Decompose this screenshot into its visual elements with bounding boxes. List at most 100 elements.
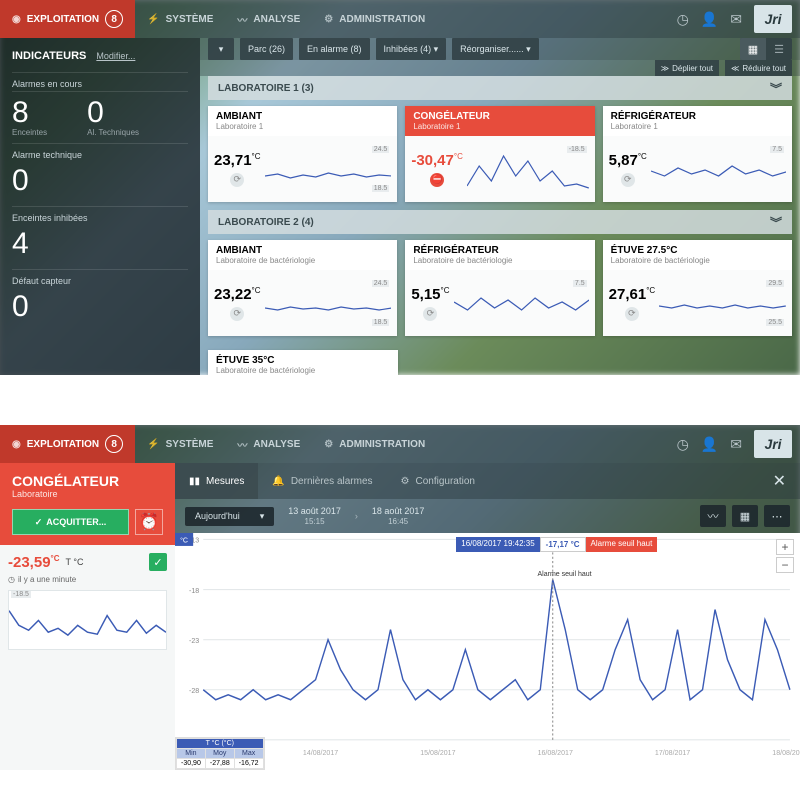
sparkline: 24.518.5 [265, 280, 392, 326]
view-grid[interactable]: ▦ [740, 38, 766, 60]
chevron-down-icon: ︾ [770, 214, 782, 231]
nav-exploitation[interactable]: ◉EXPLOITATION8 [0, 0, 135, 38]
bolt-icon: ⚡ [147, 14, 159, 25]
sensor-card[interactable]: ÉTUVE 35°CLaboratoire de bactériologie [208, 350, 398, 375]
svg-text:16/08/2017: 16/08/2017 [538, 748, 573, 757]
clock-small-icon: ◷ [8, 575, 15, 584]
chart-icon: 〰 [237, 12, 247, 27]
sensor-icon: ⟳ [230, 173, 244, 187]
date-from: 13 août 201715:15 [288, 506, 341, 526]
inhibees-value: 4 [12, 229, 188, 259]
chart-icon: 〰 [237, 437, 247, 452]
more-button[interactable]: ⋯ [764, 505, 790, 527]
card-value: 23,71°C [214, 152, 261, 169]
sensor-card[interactable]: RÉFRIGÉRATEURLaboratoire de bactériologi… [405, 240, 594, 336]
filter-bar: ▾ Parc (26) En alarme (8) Inhibées (4) ▾… [200, 38, 800, 60]
filter-icon-button[interactable]: ▾ [208, 38, 234, 60]
sparkline: 24.518.5 [265, 146, 392, 192]
eye-icon: ◉ [12, 14, 21, 25]
group-header[interactable]: LABORATOIRE 2 (4)︾ [208, 210, 792, 234]
sensor-card[interactable]: AMBIANTLaboratoire de bactériologie23,22… [208, 240, 397, 336]
svg-text:14/08/2017: 14/08/2017 [303, 748, 338, 757]
alarme-tech-value: 0 [12, 166, 188, 196]
logo: Jri [754, 5, 792, 33]
tab-config[interactable]: ⚙Configuration [387, 463, 489, 499]
bolt-icon: ⚡ [147, 439, 159, 450]
detail-sub: Laboratoire [12, 489, 163, 499]
indicators-sidebar: INDICATEURSModifier... Alarmes en cours … [0, 38, 200, 375]
clock-icon[interactable]: ◷ [677, 436, 689, 453]
zoom-out-button[interactable]: − [776, 557, 794, 573]
mail-icon[interactable]: ✉ [730, 11, 742, 28]
close-button[interactable]: ✕ [759, 463, 800, 499]
logo: Jri [754, 430, 792, 458]
table-mode-button[interactable]: ▦ [732, 505, 758, 527]
sensor-card[interactable]: CONGÉLATEURLaboratoire 1-30,47°C⛔-18.5 [405, 106, 594, 202]
modify-link[interactable]: Modifier... [96, 51, 135, 61]
defaut-value: 0 [12, 292, 188, 322]
alarm-clock-button[interactable]: ⏰ [135, 509, 163, 535]
mini-chart: -18.5 [8, 590, 167, 650]
user-icon[interactable]: 👤 [701, 436, 718, 453]
sensor-icon: ⟳ [625, 307, 639, 321]
sensor-card[interactable]: ÉTUVE 27.5°CLaboratoire de bactériologie… [603, 240, 792, 336]
alarm-count-badge: 8 [105, 10, 123, 28]
detail-title: CONGÉLATEUR [12, 473, 163, 489]
date-to: 18 août 201716:45 [372, 506, 425, 526]
collapse-all-button[interactable]: ≪Réduire tout [725, 60, 792, 76]
nav-analyse[interactable]: 〰ANALYSE [225, 0, 312, 38]
status-ok-badge: ✓ [149, 553, 167, 571]
card-value: 5,15°C [411, 286, 449, 303]
tab-mesures[interactable]: ▮▮Mesures [175, 463, 258, 499]
alarm-icon: ⏰ [139, 512, 159, 532]
top-nav-2: ◉EXPLOITATION8 ⚡SYSTÈME 〰ANALYSE ⚙ADMINI… [0, 425, 800, 463]
main-chart[interactable]: 16/08/2017 19:42:35 -17,17 °C Alarme seu… [175, 533, 800, 770]
nav-systeme-2[interactable]: ⚡SYSTÈME [135, 425, 225, 463]
group-header[interactable]: LABORATOIRE 1 (3)︾ [208, 76, 792, 100]
bell-icon: 🔔 [272, 476, 284, 487]
svg-text:-28: -28 [189, 686, 199, 695]
nav-exploitation-2[interactable]: ◉EXPLOITATION8 [0, 425, 135, 463]
zoom-in-button[interactable]: + [776, 539, 794, 555]
range-select[interactable]: Aujourd'hui▾ [185, 507, 274, 526]
acknowledge-button[interactable]: ✓ACQUITTER... [12, 509, 129, 535]
sparkline: 7.5 [454, 280, 589, 326]
svg-text:17/08/2017: 17/08/2017 [655, 748, 690, 757]
clock-icon[interactable]: ◷ [677, 11, 689, 28]
time-ago: ◷il y a une minute [8, 575, 167, 584]
nav-systeme[interactable]: ⚡SYSTÈME [135, 0, 225, 38]
filter-parc[interactable]: Parc (26) [240, 38, 293, 60]
bars-icon: ▮▮ [189, 476, 200, 487]
mail-icon[interactable]: ✉ [730, 436, 742, 453]
stats-box: T °C (°C) MinMoyMax -30,90-27,88-16,72 [175, 737, 265, 770]
current-value: -23,59°C [8, 554, 60, 571]
nav-analyse-2[interactable]: 〰ANALYSE [225, 425, 312, 463]
sensor-card[interactable]: RÉFRIGÉRATEURLaboratoire 15,87°C⟳7.5 [603, 106, 792, 202]
nav-admin[interactable]: ⚙ADMINISTRATION [312, 0, 437, 38]
sidebar-title: INDICATEURS [12, 50, 86, 62]
sensor-card[interactable]: AMBIANTLaboratoire 123,71°C⟳24.518.5 [208, 106, 397, 202]
view-list[interactable]: ☰ [766, 38, 792, 60]
card-value: 23,22°C [214, 286, 261, 303]
tab-alarmes[interactable]: 🔔Dernières alarmes [258, 463, 386, 499]
filter-enalarme[interactable]: En alarme (8) [299, 38, 370, 60]
range-bar: Aujourd'hui▾ 13 août 201715:15 › 18 août… [175, 499, 800, 533]
expand-all-button[interactable]: ≫Déplier tout [655, 60, 719, 76]
alarmes-label: Alarmes en cours [12, 72, 188, 91]
nav-admin-2[interactable]: ⚙ADMINISTRATION [312, 425, 437, 463]
user-icon[interactable]: 👤 [701, 11, 718, 28]
svg-text:15/08/2017: 15/08/2017 [420, 748, 455, 757]
sensor-icon: ⟳ [423, 307, 437, 321]
sparkline: 29.525.5 [659, 280, 786, 326]
detail-sidebar: CONGÉLATEUR Laboratoire ✓ACQUITTER... ⏰ … [0, 463, 175, 770]
chart-mode-button[interactable]: 〰 [700, 505, 726, 527]
arrow-right-icon: › [355, 511, 358, 521]
altech-value: 0 [87, 98, 139, 128]
sliders-icon: ⚙ [324, 439, 333, 450]
card-value: 27,61°C [609, 286, 656, 303]
sensor-icon: ⟳ [230, 307, 244, 321]
filter-inhibees[interactable]: Inhibées (4) ▾ [376, 38, 447, 60]
sparkline: -18.5 [467, 146, 589, 192]
eye-icon: ◉ [12, 439, 21, 450]
filter-reorg[interactable]: Réorganiser...... ▾ [452, 38, 539, 60]
